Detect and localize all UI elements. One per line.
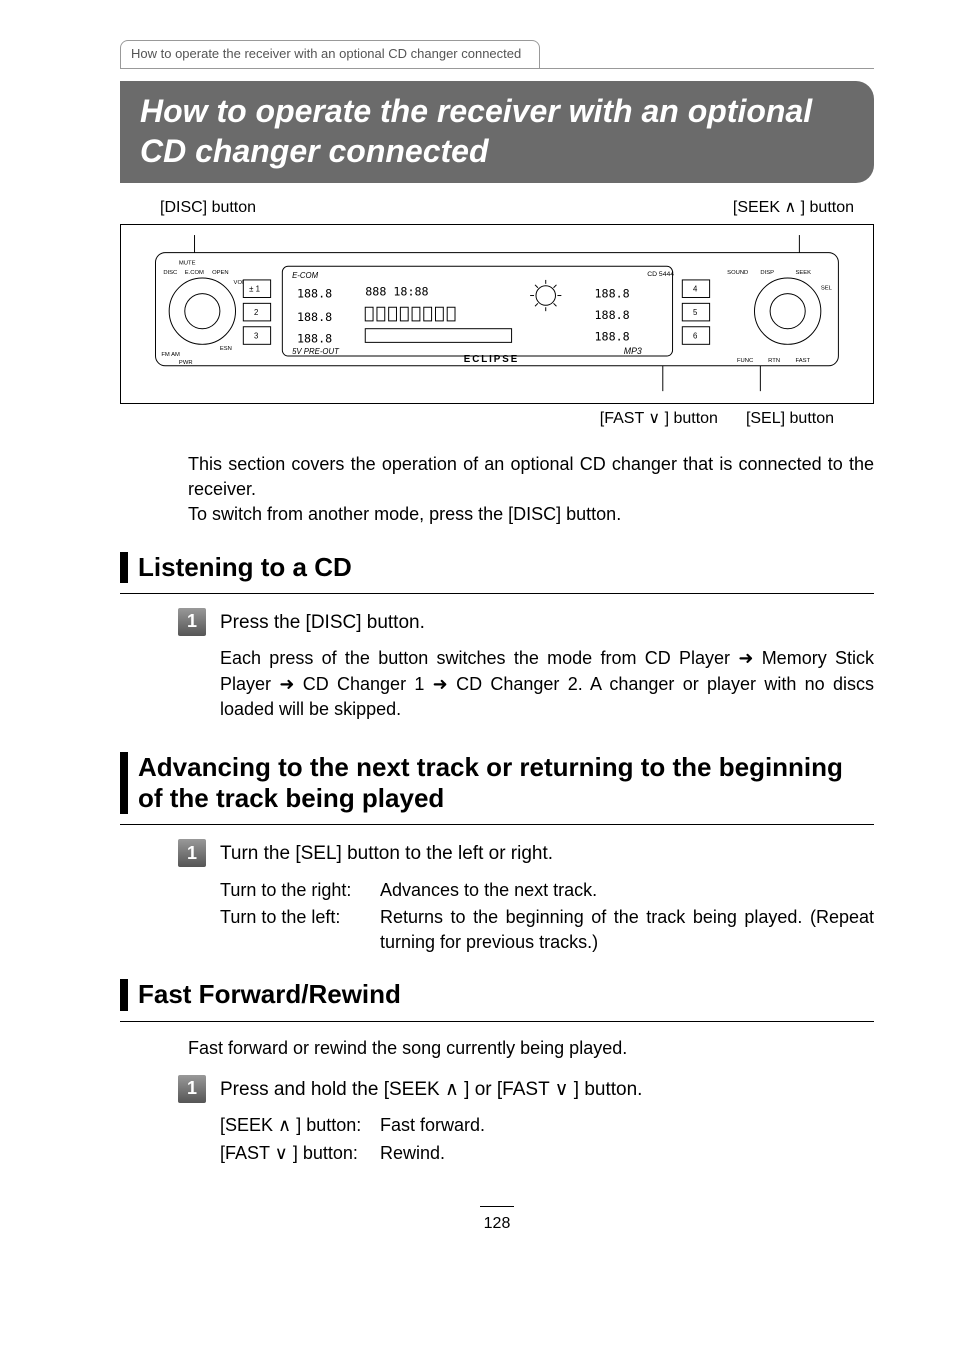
btn-open: OPEN bbox=[212, 271, 229, 277]
page-number: 128 bbox=[480, 1206, 514, 1235]
btn-esn: ESN bbox=[220, 347, 232, 353]
svg-text:4: 4 bbox=[693, 285, 698, 294]
device-svg: MUTE DISC E.COM OPEN VOL ESN FM AM PWR ±… bbox=[136, 233, 858, 393]
section-heading-ffrew: Fast Forward/Rewind bbox=[120, 979, 874, 1010]
callout-seek-button: [SEEK ∧ ] button bbox=[733, 197, 854, 219]
preout-label: 5V PRE-OUT bbox=[292, 348, 340, 357]
btn-disc: DISC bbox=[163, 271, 177, 277]
svg-text:188.8: 188.8 bbox=[297, 287, 332, 301]
ffrew-intro: Fast forward or rewind the song currentl… bbox=[188, 1036, 874, 1061]
svg-text:188.8: 188.8 bbox=[595, 287, 630, 301]
bottom-callouts: [FAST ∨ ] button [SEL] button bbox=[120, 408, 874, 430]
step-body-listen: Each press of the button switches the mo… bbox=[220, 646, 874, 722]
model-label: CD 5444 bbox=[647, 272, 674, 279]
callout-sel-button: [SEL] button bbox=[746, 408, 834, 430]
advance-label-left: Turn to the left: bbox=[220, 905, 380, 930]
section-heading-advance: Advancing to the next track or returning… bbox=[120, 752, 874, 814]
svg-text:SEEK: SEEK bbox=[796, 271, 812, 277]
ffrew-value-seek: Fast forward. bbox=[380, 1113, 874, 1138]
step-number-icon: 1 bbox=[178, 1075, 206, 1103]
svg-text:± 1: ± 1 bbox=[249, 285, 260, 294]
svg-text:888 18:88: 888 18:88 bbox=[365, 285, 428, 299]
intro-paragraph-2: To switch from another mode, press the [… bbox=[188, 502, 874, 527]
svg-text:RTN: RTN bbox=[768, 358, 780, 364]
step-instruction-ffrew: Press and hold the [SEEK ∧ ] or [FAST ∨ … bbox=[220, 1075, 642, 1104]
svg-text:DISP: DISP bbox=[760, 271, 774, 277]
advance-value-left: Returns to the beginning of the track be… bbox=[380, 905, 874, 955]
page-title: How to operate the receiver with an opti… bbox=[120, 81, 874, 183]
intro-paragraph-1: This section covers the operation of an … bbox=[188, 452, 874, 502]
svg-text:5: 5 bbox=[693, 309, 698, 318]
brand-label: ECLIPSE bbox=[464, 354, 519, 365]
section-rule bbox=[120, 593, 874, 594]
device-illustration: MUTE DISC E.COM OPEN VOL ESN FM AM PWR ±… bbox=[120, 224, 874, 404]
step-number-icon: 1 bbox=[178, 839, 206, 867]
btn-pwr: PWR bbox=[179, 360, 193, 366]
top-callouts: [DISC] button [SEEK ∧ ] button bbox=[120, 197, 874, 219]
svg-text:SOUND: SOUND bbox=[727, 271, 748, 277]
advance-value-right: Advances to the next track. bbox=[380, 878, 874, 903]
advance-label-right: Turn to the right: bbox=[220, 878, 380, 903]
svg-text:3: 3 bbox=[254, 332, 258, 341]
ffrew-value-fast: Rewind. bbox=[380, 1141, 874, 1166]
ffrew-label-fast: [FAST ∨ ] button: bbox=[220, 1141, 380, 1166]
svg-text:MP3: MP3 bbox=[624, 347, 642, 357]
svg-text:188.8: 188.8 bbox=[595, 330, 630, 344]
callout-disc-button: [DISC] button bbox=[160, 197, 256, 219]
svg-text:188.8: 188.8 bbox=[297, 310, 332, 324]
btn-ecom: E.COM bbox=[185, 271, 204, 277]
section-rule bbox=[120, 1021, 874, 1022]
step-instruction-advance: Turn the [SEL] button to the left or rig… bbox=[220, 839, 553, 868]
step-number-icon: 1 bbox=[178, 608, 206, 636]
svg-text:FAST: FAST bbox=[796, 358, 811, 364]
svg-text:FUNC: FUNC bbox=[737, 358, 753, 364]
step-instruction-listen: Press the [DISC] button. bbox=[220, 608, 425, 637]
svg-text:SEL: SEL bbox=[821, 286, 833, 292]
section-rule bbox=[120, 824, 874, 825]
lcd-ecom: E-COM bbox=[292, 271, 318, 280]
section-heading-listen: Listening to a CD bbox=[120, 552, 874, 583]
svg-text:188.8: 188.8 bbox=[297, 332, 332, 346]
callout-fast-button: [FAST ∨ ] button bbox=[600, 408, 718, 430]
breadcrumb-tab: How to operate the receiver with an opti… bbox=[120, 40, 540, 69]
btn-mute: MUTE bbox=[179, 261, 196, 267]
btn-fmam: FM AM bbox=[161, 353, 180, 359]
svg-text:188.8: 188.8 bbox=[595, 308, 630, 322]
ffrew-label-seek: [SEEK ∧ ] button: bbox=[220, 1113, 380, 1138]
svg-text:2: 2 bbox=[254, 309, 258, 318]
svg-text:6: 6 bbox=[693, 332, 697, 341]
